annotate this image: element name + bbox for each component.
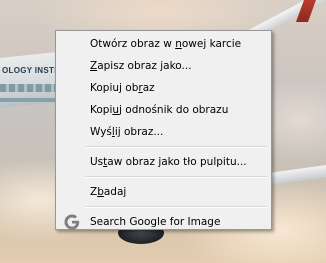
menu-item-label: Kopiuj odnośnik do obrazu [90,104,229,116]
fuselage-window-band [0,98,60,102]
image-backdrop: OLOGY INSTITUTE Otwórz obraz w nowej kar… [0,0,326,263]
menu-item-copy-image[interactable]: Kopiuj obraz [58,77,269,99]
menu-item-open-image-new-tab[interactable]: Otwórz obraz w nowej karcie [58,33,269,55]
menu-item-label: Otwórz obraz w nowej karcie [90,38,242,50]
menu-item-copy-image-link[interactable]: Kopiuj odnośnik do obrazu [58,99,269,121]
airplane-lower-wing [269,163,326,185]
menu-item-search-google-for-image[interactable]: Search Google for Image [58,211,269,233]
menu-separator [86,176,267,178]
menu-separator [86,206,267,208]
menu-item-label: Ustaw obraz jako tło pulpitu... [90,156,247,168]
menu-item-inspect[interactable]: Zbadaj [58,181,269,203]
menu-item-label: Wyślij obraz... [90,126,164,138]
menu-item-label: Zapisz obraz jako... [90,60,192,72]
image-context-menu: Otwórz obraz w nowej karcie Zapisz obraz… [55,30,272,230]
menu-item-label: Search Google for Image [90,216,221,228]
menu-separator [86,146,267,148]
menu-item-send-image[interactable]: Wyślij obraz... [58,121,269,143]
menu-item-save-image-as[interactable]: Zapisz obraz jako... [58,55,269,77]
menu-item-set-as-desktop-background[interactable]: Ustaw obraz jako tło pulpitu... [58,151,269,173]
menu-item-label: Zbadaj [90,186,127,198]
menu-item-label: Kopiuj obraz [90,82,155,94]
google-g-icon [64,214,80,230]
